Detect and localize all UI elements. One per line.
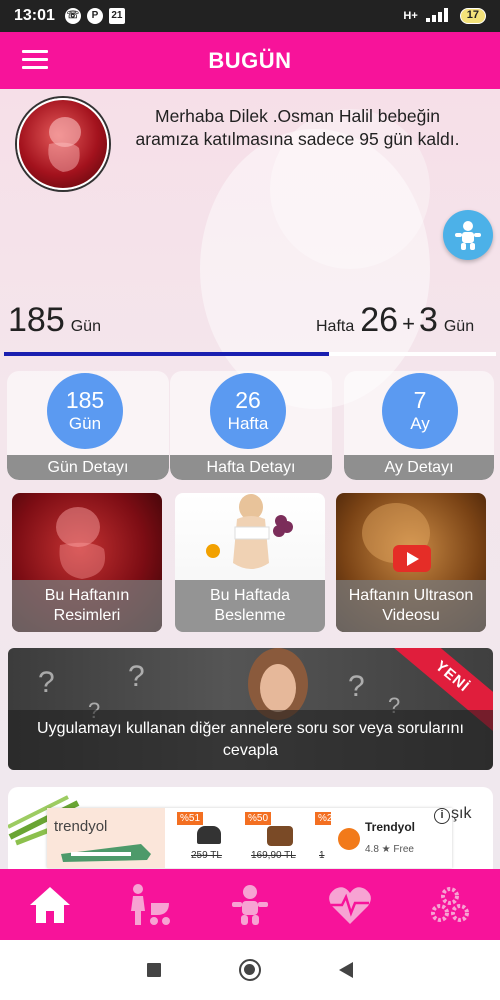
whatsapp-icon: ☏ — [64, 8, 81, 24]
day-detail-label: Gün Detayı — [7, 455, 169, 480]
ad-store-name: Trendyol — [365, 820, 416, 834]
extra-days-unit: Gün — [443, 318, 475, 335]
nav-mother[interactable] — [100, 869, 200, 940]
nav-home[interactable] — [0, 869, 100, 940]
baby-icon — [455, 221, 481, 250]
weekly-pictures-label: Bu Haftanın Resimleri — [12, 580, 162, 632]
nav-baby[interactable] — [200, 869, 300, 940]
ad-price-2: 169,90 TL — [251, 850, 296, 861]
weekly-nutrition-label: Bu Haftada Beslenme — [175, 580, 325, 632]
status-bar: 13:01 ☏ P 21 H+ 17 — [0, 0, 500, 32]
month-circle: 7 Ay — [382, 373, 458, 449]
days-counter: 185 Gün — [8, 301, 101, 340]
ad-product-image-1 — [197, 826, 221, 844]
month-detail-card[interactable]: 7 Ay Ay Detayı — [344, 371, 494, 480]
heartbeat-icon — [329, 886, 371, 924]
back-button-icon[interactable] — [339, 962, 353, 978]
greeting-text: Merhaba Dilek .Osman Halil bebeğin aramı… — [135, 106, 460, 149]
ad-product-2[interactable]: %50 169,90 TL — [245, 812, 321, 864]
pregnant-woman-image — [206, 494, 293, 569]
shoe-image — [61, 844, 151, 862]
day-count: 185 — [65, 387, 105, 413]
week-counter: Hafta 26 + 3 Gün — [316, 301, 474, 340]
settings-icon — [431, 886, 469, 922]
hamburger-menu-icon[interactable] — [22, 50, 48, 70]
home-icon — [30, 886, 70, 923]
advertisement-banner[interactable]: trendyol %51 259 TL %50 169,90 TL %2 1 T… — [47, 808, 452, 868]
ad-brand: trendyol — [54, 818, 108, 835]
ultrasound-video-tile[interactable]: Haftanın Ultrason Videosu — [336, 493, 486, 632]
main-content[interactable]: Merhaba Dilek .Osman Halil bebeğin aramı… — [0, 89, 500, 869]
day-detail-card[interactable]: 185 Gün Gün Detayı — [7, 371, 169, 480]
progress-fill — [4, 352, 329, 356]
ad-info-icon[interactable]: i — [434, 808, 450, 824]
battery-indicator: 17 — [459, 8, 486, 24]
week-circle: 26 Hafta — [210, 373, 286, 449]
ultrasound-video-label: Haftanın Ultrason Videosu — [336, 580, 486, 632]
week-detail-label: Hafta Detayı — [170, 455, 332, 480]
community-questions-text: Uygulamayı kullanan diğer annelere soru … — [8, 710, 493, 770]
baby-mode-button[interactable] — [443, 210, 493, 260]
calendar-icon: 21 — [108, 8, 125, 24]
ad-product-1[interactable]: %51 259 TL — [177, 812, 237, 864]
nav-health[interactable] — [300, 869, 400, 940]
days-unit: Gün — [70, 318, 101, 335]
app-bar: BUGÜN — [0, 32, 500, 89]
week-unit: Hafta — [227, 414, 269, 433]
ad-price-3: 1 — [319, 850, 325, 861]
week-detail-card[interactable]: 26 Hafta Hafta Detayı — [170, 371, 332, 480]
trendyol-logo-icon — [338, 828, 360, 850]
fetus-avatar[interactable] — [17, 98, 109, 190]
signal-icon — [425, 7, 452, 25]
week-count: 26 — [235, 387, 261, 413]
ad-price-1: 259 TL — [191, 850, 222, 861]
fetus-image — [56, 507, 106, 579]
extra-days-value: 3 — [418, 301, 438, 339]
weeks-value: 26 — [360, 301, 399, 339]
baby-icon — [232, 884, 268, 925]
nav-settings[interactable] — [400, 869, 500, 940]
mother-stroller-icon — [131, 883, 170, 925]
network-type: H+ — [403, 10, 418, 22]
days-value: 185 — [8, 301, 65, 339]
weekly-pictures-tile[interactable]: Bu Haftanın Resimleri — [12, 493, 162, 632]
week-prefix: Hafta — [316, 318, 355, 335]
pregnancy-progress-bar — [4, 352, 496, 356]
day-unit: Gün — [68, 414, 102, 433]
ad-store-rating: 4.8 ★ Free — [365, 844, 414, 855]
ad-discount-2: %50 — [245, 812, 272, 825]
community-questions-banner[interactable]: ? ? ? ? ? YENİ Uygulamayı kullanan diğer… — [8, 648, 493, 770]
pinterest-icon: P — [86, 8, 103, 24]
month-unit: Ay — [410, 414, 430, 433]
home-button-icon[interactable] — [239, 959, 261, 981]
month-count: 7 — [413, 387, 427, 413]
ad-product-image-2 — [267, 826, 293, 846]
bottom-navigation — [0, 869, 500, 940]
recents-button-icon[interactable] — [147, 963, 161, 977]
month-detail-label: Ay Detayı — [344, 455, 494, 480]
ad-discount-1: %51 — [177, 812, 204, 825]
status-time: 13:01 — [14, 7, 55, 24]
page-title: BUGÜN — [208, 47, 292, 73]
plus-sign: + — [402, 311, 415, 336]
ad-brand-box: trendyol — [47, 808, 165, 868]
weekly-nutrition-tile[interactable]: Bu Haftada Beslenme — [175, 493, 325, 632]
day-circle: 185 Gün — [47, 373, 123, 449]
card-title-fragment: şık — [451, 805, 472, 822]
system-navigation-bar — [0, 940, 500, 1000]
play-video-icon[interactable] — [393, 545, 431, 572]
